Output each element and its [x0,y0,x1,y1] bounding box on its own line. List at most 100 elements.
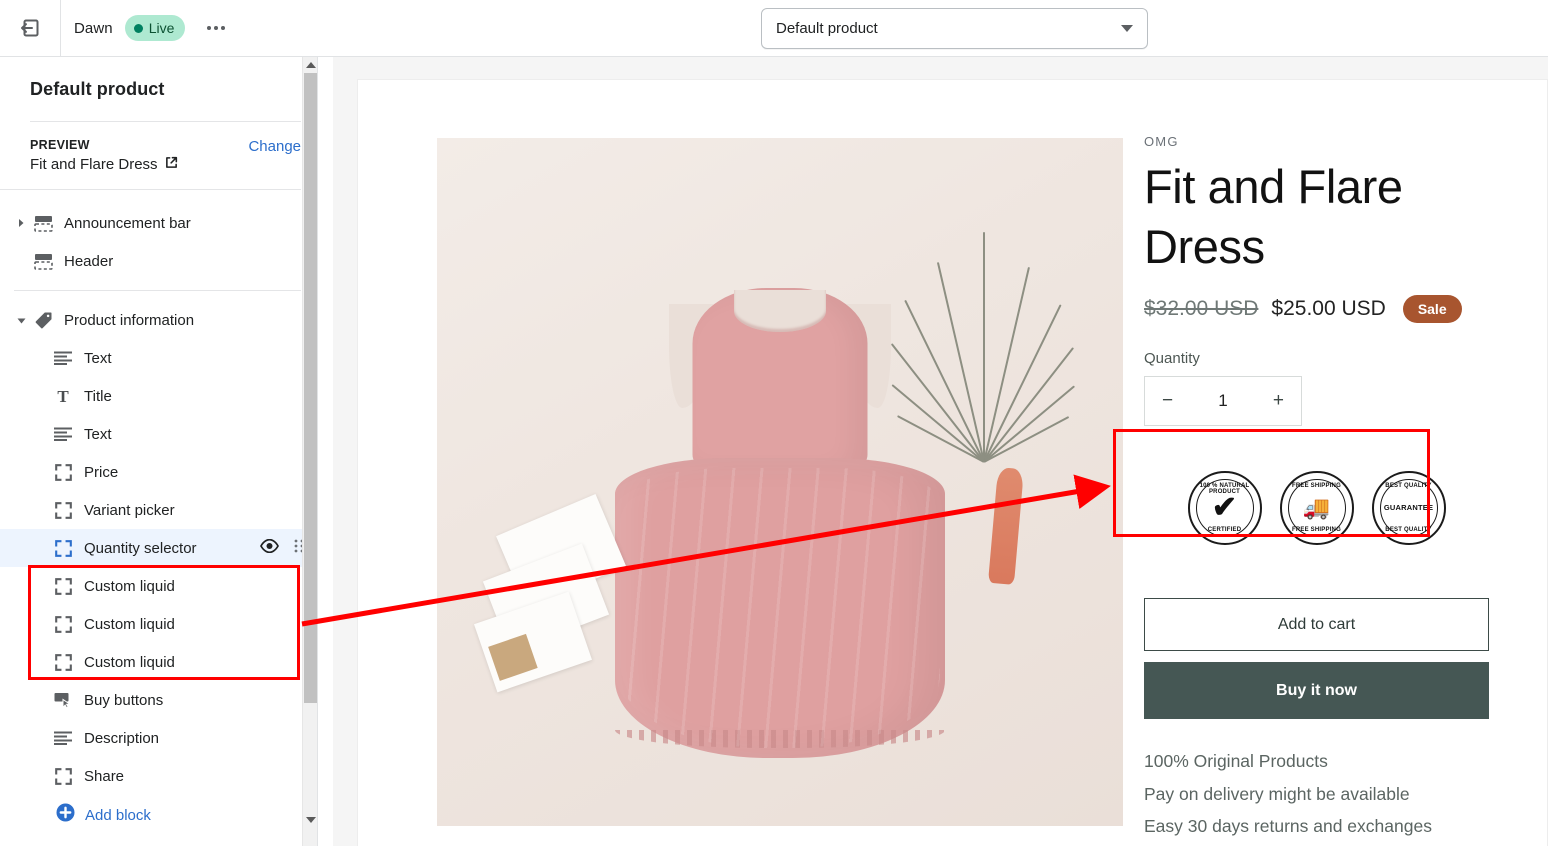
text-lines-icon [50,427,76,441]
paper-cards-decor [474,494,633,693]
sidebar-block-label: Price [84,463,119,481]
badge-ring-top: BEST QUALITY [1385,482,1432,489]
sidebar-block-label: Custom liquid [84,653,175,671]
sidebar-block-description[interactable]: Description [0,719,317,757]
sidebar-block-label: Title [84,387,112,405]
current-price: $25.00 USD [1271,297,1386,321]
clay-vase-decor [987,467,1025,585]
dot [214,26,219,30]
block-brackets-icon [50,767,76,785]
sidebar-block-title[interactable]: T Title [0,377,317,415]
badge-ring-top: FREE SHIPPING [1292,482,1341,489]
check-icon: ✔ [1211,490,1238,524]
sale-badge: Sale [1402,295,1462,324]
block-brackets-icon [50,501,76,519]
row-actions [260,529,305,567]
badge-ring-bottom: BEST QUALITY [1385,526,1432,533]
trust-badges-row: 100 % NATURAL PRODUCT ✔ CERTIFIED FREE S… [1144,461,1489,554]
sidebar-item-header[interactable]: Header [0,242,317,280]
text-lines-icon [50,731,76,745]
exit-to-app-icon[interactable] [14,12,46,44]
scrollbar-thumb[interactable] [304,73,317,703]
page-title: Default product [30,79,165,99]
compare-at-price: $32.00 USD [1144,297,1259,321]
guarantee-label: GUARANTEE [1383,502,1434,512]
add-to-cart-button[interactable]: Add to cart [1144,598,1489,651]
product-vendor: OMG [1144,134,1179,149]
title-t-icon: T [50,388,76,404]
sidebar-block-label: Custom liquid [84,577,175,595]
sidebar-block-text-2[interactable]: Text [0,415,317,453]
block-brackets-icon [50,577,76,595]
sidebar-block-quantity-selector[interactable]: Quantity selector [0,529,317,567]
sidebar-item-product-information[interactable]: Product information [0,301,317,339]
sidebar-item-announcement-bar[interactable]: Announcement bar [0,204,317,242]
block-brackets-icon [50,463,76,481]
tag-icon [30,311,56,330]
quantity-value[interactable]: 1 [1218,391,1227,411]
sidebar-block-label: Description [84,729,160,747]
dress-neckline [734,290,826,332]
exit-to-app-glyph [21,19,39,37]
scroll-up-arrow-icon[interactable] [303,57,317,73]
sidebar-block-buy-buttons[interactable]: Buy buttons [0,681,317,719]
status-badge-label: Live [148,20,175,36]
list-item: Easy 30 days returns and exchanges [1144,816,1432,837]
live-dot-icon [133,23,143,33]
text-lines-icon [50,351,76,365]
sidebar-block-label: Text [84,349,112,367]
svg-text:T: T [57,388,69,404]
add-block-button[interactable]: Add block [0,795,317,835]
change-preview-link[interactable]: Change [248,138,301,155]
buy-button-icon [50,692,76,708]
plus-circle-icon [56,803,75,827]
product-perks-list: 100% Original Products Pay on delivery m… [1144,745,1504,846]
preview-canvas-area: OMG Fit and Flare Dress $32.00 USD $25.0… [333,57,1548,846]
dot [207,26,212,30]
chevron-down-icon [1121,25,1133,32]
sidebar-block-custom-liquid-1[interactable]: Custom liquid [0,567,317,605]
list-item: 100% Original Products [1144,751,1328,771]
page-selector-dropdown[interactable]: Default product [761,8,1148,49]
buy-it-now-button[interactable]: Buy it now [1144,662,1489,719]
storefront-preview: OMG Fit and Flare Dress $32.00 USD $25.0… [357,79,1548,846]
status-badge: Live [124,15,186,41]
truck-icon: 🚚 [1302,494,1331,520]
preview-product-name[interactable]: Fit and Flare Dress [30,156,301,173]
sidebar-block-share[interactable]: Share [0,757,317,795]
chevron-right-icon[interactable] [12,218,30,228]
divider [0,189,301,190]
sidebar-item-label: Announcement bar [64,214,191,232]
page-selector-value: Default product [776,20,878,37]
exit-cell [0,0,61,57]
scroll-down-arrow-icon[interactable] [303,812,317,828]
badge-ring-bottom: FREE SHIPPING [1292,526,1341,533]
sidebar-block-custom-liquid-3[interactable]: Custom liquid [0,643,317,681]
quantity-stepper[interactable]: − 1 + [1144,376,1302,427]
sidebar-block-custom-liquid-2[interactable]: Custom liquid [0,605,317,643]
quantity-label: Quantity [1144,350,1200,368]
product-image[interactable] [437,138,1123,826]
eye-icon[interactable] [260,538,279,557]
header-block-icon [30,253,56,270]
sidebar-block-label: Share [84,767,125,785]
quantity-increase-button[interactable]: + [1273,390,1284,412]
sidebar-block-price[interactable]: Price [0,453,317,491]
chevron-down-icon[interactable] [12,315,30,326]
sidebar-item-label: Header [64,252,114,270]
badge-ring-bottom: CERTIFIED [1207,526,1242,533]
sidebar-block-variant-picker[interactable]: Variant picker [0,491,317,529]
external-link-icon [165,156,178,173]
dress-fabric-folds [620,468,940,748]
quantity-decrease-button[interactable]: − [1162,390,1173,412]
natural-product-badge: 100 % NATURAL PRODUCT ✔ CERTIFIED [1187,470,1262,545]
price-row: $32.00 USD $25.00 USD Sale [1144,295,1494,324]
product-title: Fit and Flare Dress [1144,160,1403,274]
more-horizontal-icon[interactable] [201,13,231,43]
sidebar-block-text-1[interactable]: Text [0,339,317,377]
preview-section: PREVIEW Change Fit and Flare Dress [0,122,317,173]
block-brackets-icon [50,615,76,633]
product-info: OMG Fit and Flare Dress $32.00 USD $25.0… [1144,134,1494,427]
add-block-label: Add block [85,806,151,824]
sidebar-scrollbar[interactable] [302,57,317,846]
